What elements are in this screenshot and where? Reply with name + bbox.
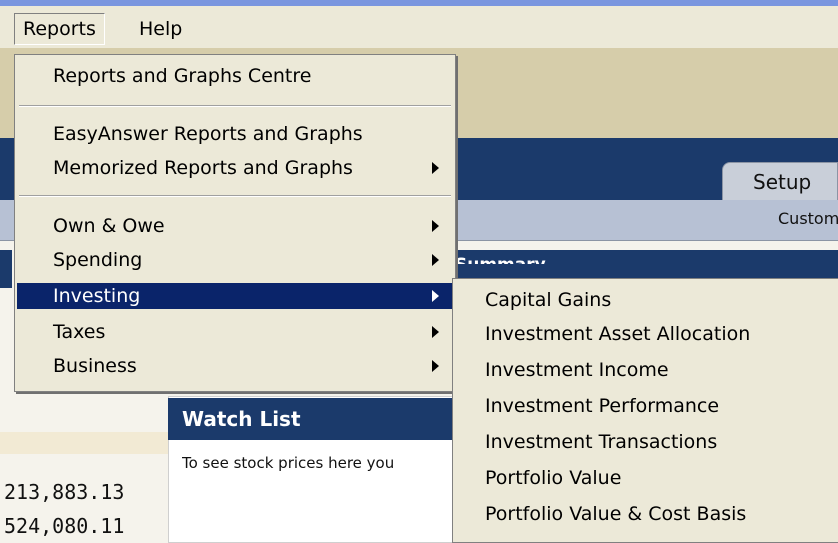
account-balance: 213,883.13	[4, 480, 125, 504]
menu-item-label: EasyAnswer Reports and Graphs	[53, 123, 363, 145]
menu-item-label: Investment Income	[485, 359, 669, 381]
menu-item-easyanswer[interactable]: EasyAnswer Reports and Graphs	[17, 121, 453, 147]
menu-item-label: Investment Transactions	[485, 431, 718, 453]
submenu-arrow-icon	[432, 360, 439, 372]
customize-link[interactable]: Custom	[778, 204, 838, 234]
menu-item-spending[interactable]: Spending	[17, 247, 453, 273]
menu-help[interactable]: Help	[130, 13, 191, 45]
submenu-arrow-icon	[432, 290, 439, 302]
menu-item-label: Spending	[53, 249, 143, 271]
account-balance: 524,080.11	[4, 514, 125, 538]
menu-item-own-owe[interactable]: Own & Owe	[17, 213, 453, 239]
menu-item-label: Investing	[53, 285, 141, 307]
submenu-item-investment-performance[interactable]: Investment Performance	[455, 393, 837, 419]
reports-menu: Reports and Graphs Centre EasyAnswer Rep…	[14, 54, 456, 392]
menu-separator	[19, 195, 451, 197]
menu-separator	[19, 105, 451, 107]
menu-item-reports-graphs-centre[interactable]: Reports and Graphs Centre	[17, 63, 453, 89]
investing-submenu: Capital Gains Investment Asset Allocatio…	[452, 278, 838, 543]
menu-reports[interactable]: Reports	[14, 13, 105, 45]
menu-item-label: Portfolio Value	[485, 467, 622, 489]
menu-item-business[interactable]: Business	[17, 353, 453, 379]
tab-setup[interactable]: Setup	[722, 162, 838, 200]
menu-item-label: Memorized Reports and Graphs	[53, 157, 353, 179]
left-panel-row	[0, 432, 168, 454]
menu-item-label: Portfolio Value & Cost Basis	[485, 503, 747, 525]
menu-item-label: Own & Owe	[53, 215, 165, 237]
submenu-item-asset-allocation[interactable]: Investment Asset Allocation	[455, 321, 837, 347]
menu-item-label: Investment Asset Allocation	[485, 323, 751, 345]
menu-item-label: Capital Gains	[485, 289, 612, 311]
menu-item-label: Reports and Graphs Centre	[53, 65, 312, 87]
summary-title: Summary	[455, 254, 546, 264]
menu-item-label: Investment Performance	[485, 395, 720, 417]
menu-item-label: Taxes	[53, 321, 106, 343]
submenu-arrow-icon	[432, 326, 439, 338]
submenu-item-investment-transactions[interactable]: Investment Transactions	[455, 429, 837, 455]
left-panel-header	[0, 250, 12, 288]
submenu-item-portfolio-value[interactable]: Portfolio Value	[455, 465, 837, 491]
submenu-arrow-icon	[432, 220, 439, 232]
menu-item-investing[interactable]: Investing	[17, 283, 453, 309]
submenu-item-investment-income[interactable]: Investment Income	[455, 357, 837, 383]
submenu-item-capital-gains[interactable]: Capital Gains	[455, 287, 837, 313]
menu-bar: Reports Help	[0, 0, 838, 49]
watch-list-message: To see stock prices here you	[182, 454, 395, 472]
watch-list-title: Watch List	[168, 398, 458, 440]
menu-item-taxes[interactable]: Taxes	[17, 319, 453, 345]
menu-item-memorized[interactable]: Memorized Reports and Graphs	[17, 155, 453, 181]
submenu-arrow-icon	[432, 254, 439, 266]
submenu-arrow-icon	[432, 162, 439, 174]
menu-item-label: Business	[53, 355, 137, 377]
submenu-item-portfolio-value-cost-basis[interactable]: Portfolio Value & Cost Basis	[455, 501, 837, 527]
